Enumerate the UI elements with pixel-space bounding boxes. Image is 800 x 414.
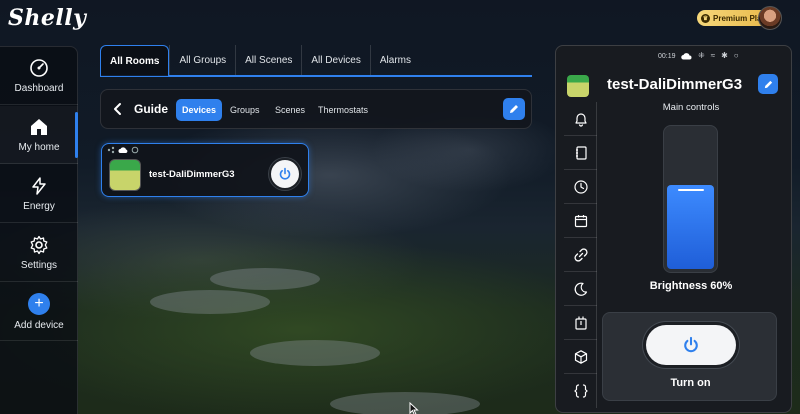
stepping-stone	[330, 392, 480, 414]
sidebar-item-energy[interactable]: Energy	[0, 165, 78, 223]
filter-scenes[interactable]: Scenes	[269, 99, 311, 121]
tab-all-rooms[interactable]: All Rooms	[100, 45, 170, 76]
cloud-icon	[681, 53, 692, 60]
gauge-icon	[30, 58, 48, 77]
timer-device-icon	[574, 316, 587, 330]
top-bar: Shelly ♛ Premium Plan	[0, 0, 800, 40]
side-menu-night-mode[interactable]	[564, 272, 597, 306]
rss-icon: ○	[733, 51, 739, 60]
stepping-stone	[250, 340, 380, 366]
side-menu-links[interactable]	[564, 238, 597, 272]
device-card[interactable]: test-DaliDimmerG3	[101, 143, 309, 197]
sidebar-item-my-home[interactable]: My home	[0, 106, 78, 164]
sidebar-item-label: Energy	[23, 200, 55, 212]
filter-thermostats[interactable]: Thermostats	[312, 99, 374, 121]
crown-icon: ♛	[701, 13, 710, 23]
filter-devices[interactable]: Devices	[176, 99, 223, 121]
link-small-icon	[131, 146, 139, 154]
status-bar: 00:19 ⁜ ≈ ✱ ○	[556, 46, 793, 66]
panel-device-name: test-DaliDimmerG3	[607, 76, 743, 93]
sidebar-item-label: Add device	[14, 319, 64, 331]
edit-button[interactable]	[503, 98, 525, 120]
power-toggle-button[interactable]	[646, 325, 736, 365]
side-menu-actions[interactable]	[564, 136, 597, 170]
sidebar-item-label: My home	[18, 141, 60, 153]
device-name: test-DaliDimmerG3	[149, 169, 235, 180]
side-menu-scripts[interactable]	[564, 374, 597, 408]
braces-icon	[573, 384, 588, 398]
status-icons: ⁜ ≈ ✱ ○	[681, 51, 739, 61]
plus-icon: +	[28, 292, 50, 315]
moon-icon	[574, 282, 587, 296]
signal-icon: ⁜	[698, 51, 705, 60]
tab-alarms[interactable]: Alarms	[369, 45, 420, 75]
device-power-button[interactable]	[269, 158, 301, 190]
power-control-card: Turn on	[602, 312, 777, 401]
chevron-left-icon[interactable]	[111, 101, 125, 117]
tab-all-devices[interactable]: All Devices	[301, 45, 369, 75]
side-menu-notifications[interactable]	[564, 102, 597, 136]
cloud-icon	[118, 147, 128, 153]
device-status-icons	[107, 146, 139, 154]
guide-title: Guide	[134, 102, 169, 116]
side-menu-timers[interactable]	[564, 170, 597, 204]
side-menu-schedules[interactable]	[564, 204, 597, 238]
main-controls-label: Main controls	[662, 102, 720, 113]
calendar-icon	[574, 214, 587, 227]
panel-side-menu	[564, 102, 597, 408]
sidebar-item-label: Settings	[20, 259, 58, 271]
side-menu-device[interactable]	[564, 306, 597, 340]
stepping-stone	[210, 268, 320, 290]
clock-icon	[573, 179, 588, 194]
tab-all-groups[interactable]: All Groups	[169, 45, 235, 75]
room-tabs: All Rooms All Groups All Scenes All Devi…	[100, 45, 532, 77]
power-toggle-label: Turn on	[670, 377, 711, 389]
sidebar-item-add-device[interactable]: + Add device	[0, 283, 78, 341]
cube-icon	[574, 349, 587, 364]
tab-all-scenes[interactable]: All Scenes	[235, 45, 301, 75]
sidebar: Dashboard My home Energy Settings + Add …	[0, 46, 78, 414]
device-thumbnail	[109, 159, 141, 191]
avatar[interactable]	[758, 6, 782, 30]
guide-bar: Guide Devices Groups Scenes Thermostats	[100, 89, 532, 129]
wifi-icon: ≈	[710, 51, 716, 60]
link-icon	[573, 247, 588, 262]
home-icon	[31, 118, 47, 135]
device-detail-panel: 00:19 ⁜ ≈ ✱ ○ test-DaliDimmerG3 Main con…	[555, 45, 792, 413]
notebook-icon	[575, 145, 587, 160]
stepping-stone	[150, 290, 270, 314]
mouse-cursor-icon	[409, 402, 419, 414]
status-time: 00:19	[658, 53, 676, 60]
bolt-icon	[32, 176, 46, 195]
edit-device-button[interactable]	[758, 74, 778, 94]
sidebar-item-dashboard[interactable]: Dashboard	[0, 47, 78, 105]
pencil-icon	[764, 80, 772, 88]
share-icon	[107, 146, 115, 154]
bluetooth-icon: ✱	[721, 51, 728, 60]
device-thumbnail	[567, 75, 589, 97]
pencil-icon	[510, 105, 518, 113]
gear-icon	[30, 235, 48, 254]
brightness-value: Brightness 60%	[649, 280, 733, 292]
app-logo: Shelly	[8, 5, 87, 31]
side-menu-3d[interactable]	[564, 340, 597, 374]
power-icon	[279, 167, 291, 180]
sidebar-item-settings[interactable]: Settings	[0, 224, 78, 282]
filter-groups[interactable]: Groups	[224, 99, 266, 121]
brightness-slider-fill	[667, 185, 714, 269]
bell-icon	[574, 112, 587, 127]
sidebar-item-label: Dashboard	[14, 82, 64, 94]
power-icon	[684, 336, 698, 353]
brightness-slider[interactable]	[663, 125, 718, 273]
